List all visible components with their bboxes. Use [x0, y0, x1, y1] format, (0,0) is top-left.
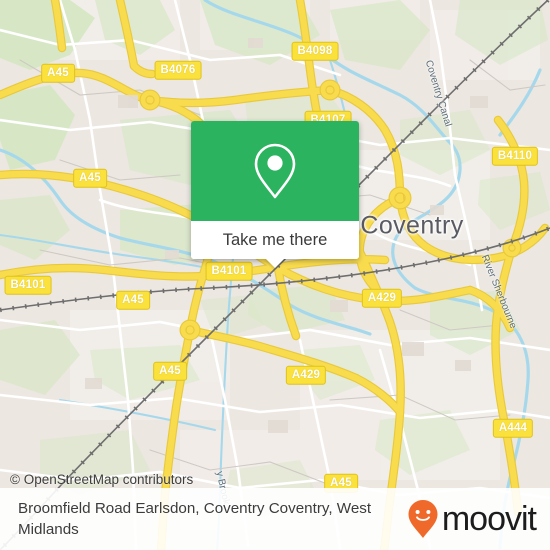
moovit-logo[interactable]: moovit [407, 499, 537, 539]
road-shield-a45[interactable]: A45 [73, 168, 107, 188]
popup-tail [265, 258, 285, 268]
map-vector-layer [0, 0, 550, 550]
road-shield-a45[interactable]: A45 [41, 63, 75, 83]
popup-icon-area [191, 121, 359, 221]
osm-attribution[interactable]: © OpenStreetMap contributors [10, 472, 193, 487]
moovit-wordmark: moovit [441, 500, 537, 538]
road-shield-a444[interactable]: A444 [492, 418, 534, 438]
road-shield-b4101[interactable]: B4101 [4, 275, 52, 295]
place-label-coventry: Coventry [360, 211, 464, 240]
road-shield-b4098[interactable]: B4098 [291, 41, 339, 61]
road-shield-a429[interactable]: A429 [361, 288, 403, 308]
map-canvas[interactable]: Coventry Coventry Canal River Sherbourne… [0, 0, 550, 550]
road-shield-b4110[interactable]: B4110 [491, 146, 539, 166]
moovit-pin-icon [408, 500, 438, 538]
location-popup[interactable]: Take me there [191, 121, 359, 268]
road-shield-b4101[interactable]: B4101 [205, 261, 253, 281]
road-shield-b4076[interactable]: B4076 [154, 60, 202, 80]
road-shield-a45[interactable]: A45 [116, 290, 150, 310]
location-title: Broomfield Road Earlsdon, Coventry Coven… [18, 500, 372, 538]
road-shield-a45[interactable]: A45 [153, 361, 187, 381]
road-shield-a429[interactable]: A429 [285, 365, 327, 385]
map-screenshot: Coventry Coventry Canal River Sherbourne… [0, 0, 550, 550]
footer-bar: Broomfield Road Earlsdon, Coventry Coven… [0, 488, 550, 550]
map-pin-icon [254, 143, 296, 199]
take-me-there-button[interactable]: Take me there [191, 221, 359, 259]
